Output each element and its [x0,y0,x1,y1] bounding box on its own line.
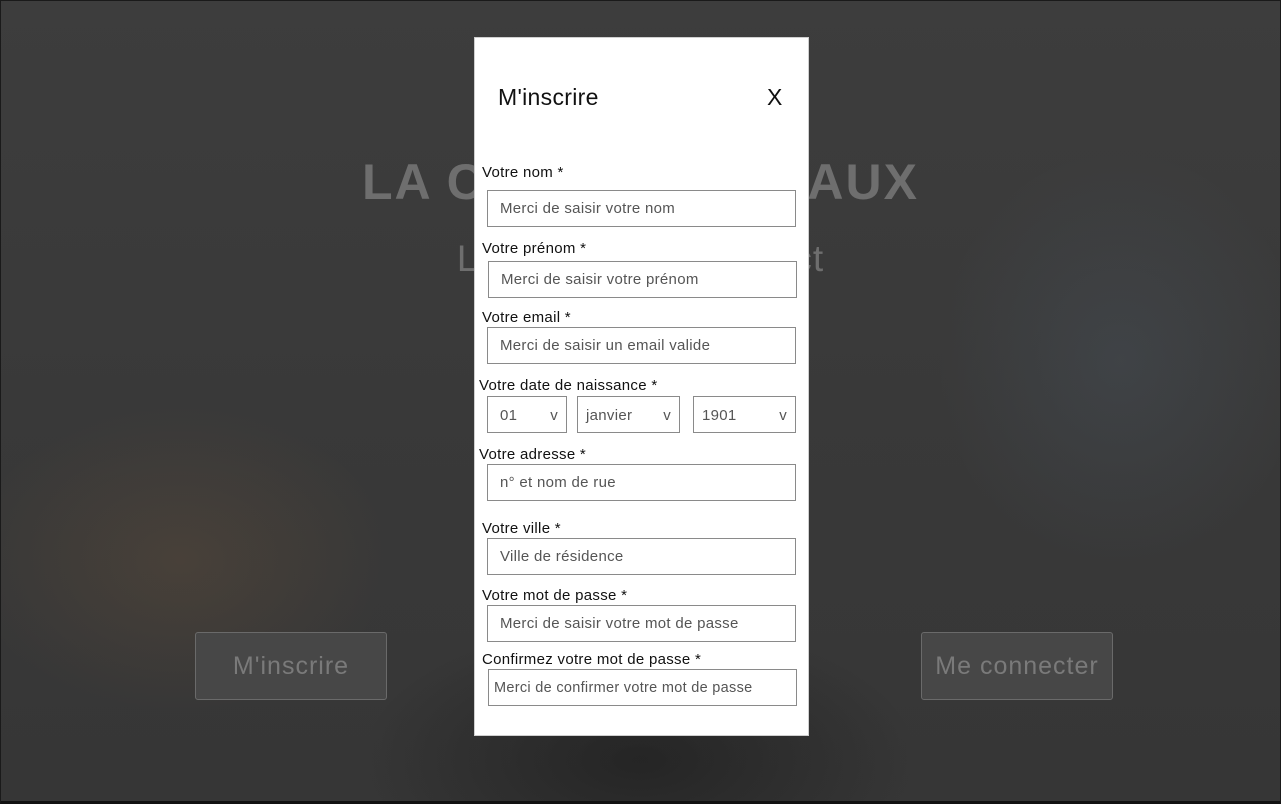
birthdate-label: Votre date de naissance * [479,377,658,394]
email-input[interactable] [487,327,796,364]
birth-month-select[interactable]: janvier v [577,396,680,433]
email-label: Votre email * [482,309,571,326]
adresse-label: Votre adresse * [479,446,587,463]
prenom-label: Votre prénom * [482,240,587,257]
prenom-input[interactable] [488,261,797,298]
password-label: Votre mot de passe * [482,587,628,604]
modal-title: M'inscrire [498,84,599,110]
ville-input[interactable] [487,538,796,575]
birth-year-value: 1901 [702,407,737,424]
birth-day-value: 01 [500,407,518,424]
chevron-down-icon: v [779,407,787,424]
ville-label: Votre ville * [482,520,561,537]
confirm-password-label: Confirmez votre mot de passe * [482,651,702,668]
chevron-down-icon: v [663,407,671,424]
confirm-password-input[interactable] [488,669,797,706]
adresse-input[interactable] [487,464,796,501]
chevron-down-icon: v [550,407,558,424]
nom-input[interactable] [487,190,796,227]
birth-month-value: janvier [586,407,633,424]
password-input[interactable] [487,605,796,642]
nom-label: Votre nom * [482,164,564,181]
birth-year-select[interactable]: 1901 v [693,396,796,433]
close-icon[interactable]: X [767,84,782,111]
signup-modal: M'inscrire X Votre nom * Votre prénom * … [474,37,809,736]
birth-day-select[interactable]: 01 v [487,396,567,433]
